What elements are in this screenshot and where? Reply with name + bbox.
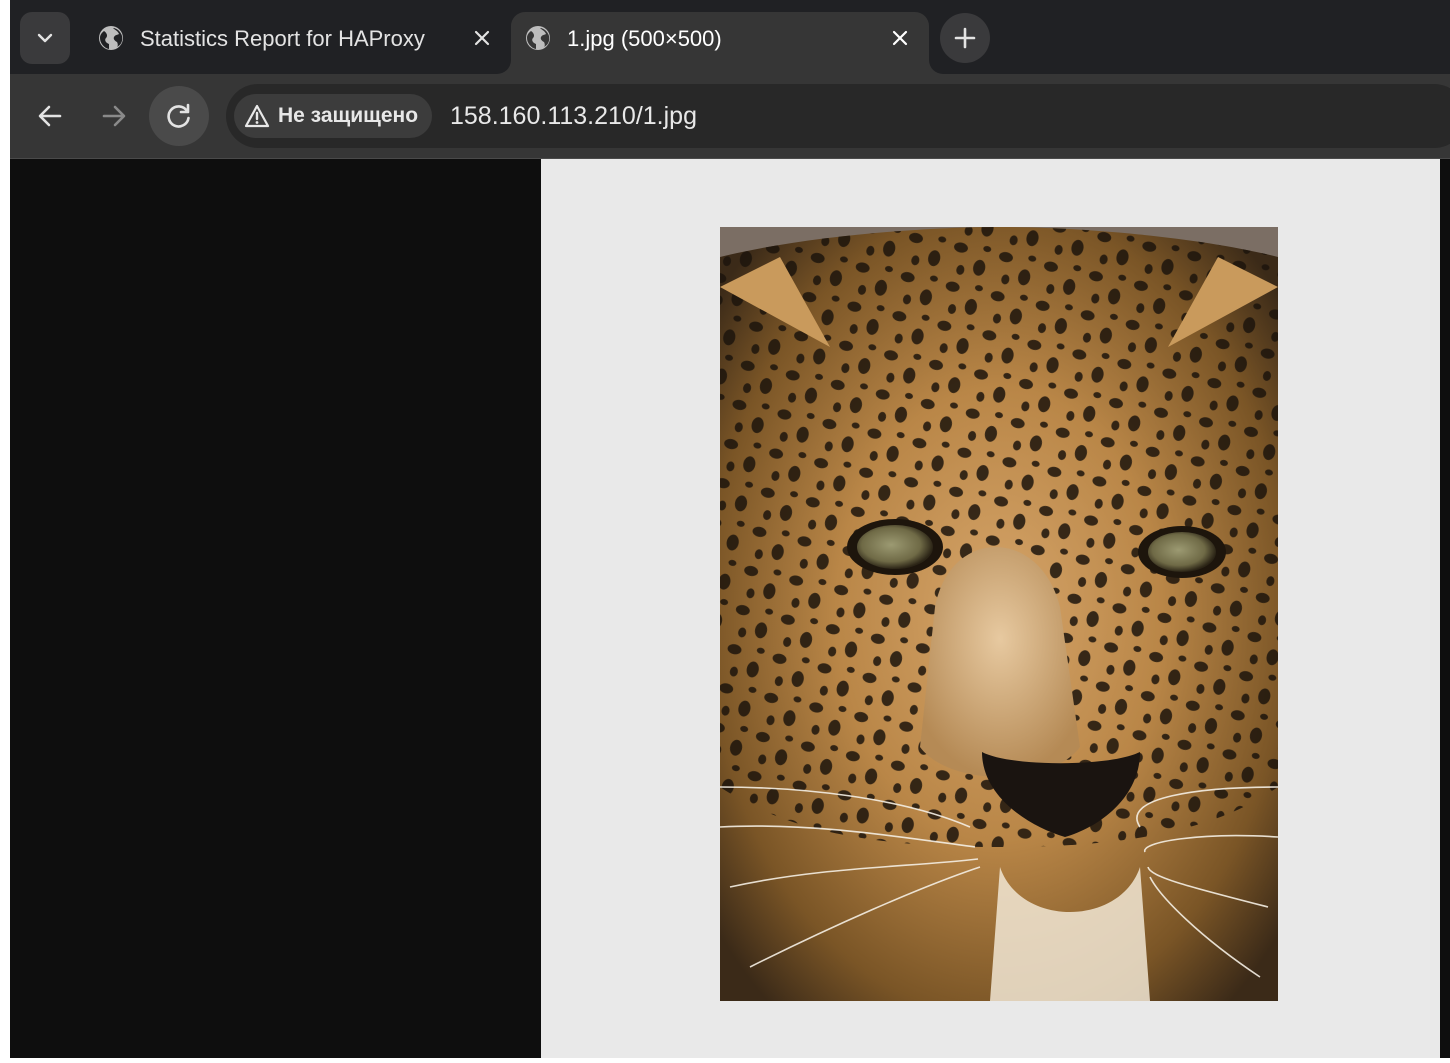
arrow-right-icon — [102, 105, 126, 127]
security-chip[interactable]: Не защищено — [234, 94, 433, 138]
address-bar[interactable]: Не защищено 158.160.113.210/1.jpg — [226, 84, 1450, 148]
plus-icon — [954, 27, 976, 49]
tab-title: 1.jpg (500×500) — [567, 26, 722, 51]
arrow-left-icon — [38, 105, 62, 127]
image-canvas — [541, 159, 1440, 1058]
close-icon — [892, 30, 908, 46]
globe-icon — [99, 26, 123, 50]
close-icon — [474, 30, 490, 46]
tab-strip: Statistics Report for HAProxy 1.jpg (500… — [10, 0, 1450, 74]
tab-search-button[interactable] — [20, 12, 70, 64]
chevron-down-icon — [37, 33, 53, 43]
security-label: Не защищено — [278, 104, 419, 127]
new-tab-button[interactable] — [940, 13, 990, 63]
tab-haproxy-stats[interactable]: Statistics Report for HAProxy — [88, 12, 508, 74]
browser-toolbar: Не защищено 158.160.113.210/1.jpg — [10, 74, 1450, 158]
tab-image-1jpg[interactable]: 1.jpg (500×500) — [511, 12, 929, 74]
browser-window: Statistics Report for HAProxy 1.jpg (500… — [10, 0, 1450, 1058]
warning-icon — [244, 104, 270, 128]
close-tab-button[interactable] — [888, 26, 912, 50]
leopard-photo[interactable] — [720, 227, 1278, 1001]
forward-button[interactable] — [84, 86, 144, 146]
reload-button[interactable] — [149, 86, 209, 146]
close-tab-button[interactable] — [470, 26, 494, 50]
page-content — [10, 159, 1450, 1058]
url-text[interactable]: 158.160.113.210/1.jpg — [450, 101, 697, 131]
reload-icon — [167, 103, 190, 128]
globe-icon — [526, 26, 550, 50]
back-button[interactable] — [20, 86, 80, 146]
tab-title: Statistics Report for HAProxy — [140, 26, 425, 51]
